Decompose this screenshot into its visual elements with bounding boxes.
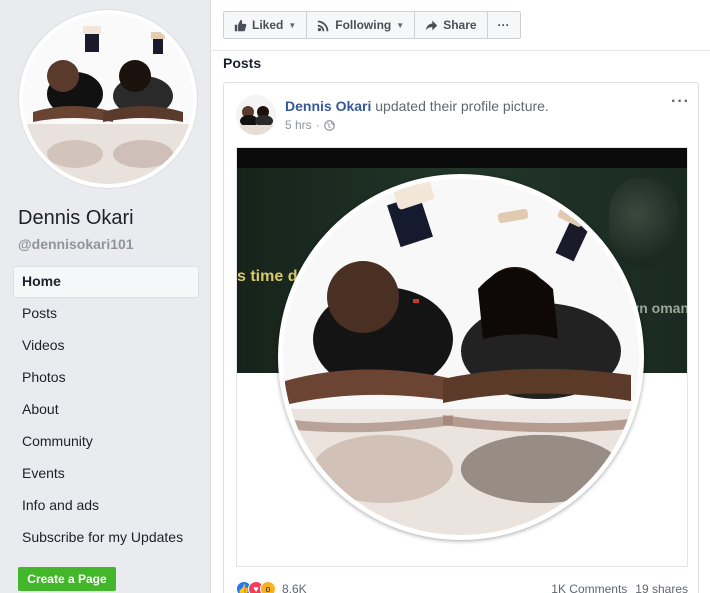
following-label: Following [335, 18, 392, 32]
post-action-text: updated their profile picture. [375, 98, 549, 114]
nav-item-info-and-ads[interactable]: Info and ads [13, 490, 199, 522]
chevron-down-icon: ▼ [288, 20, 297, 30]
divider [211, 50, 710, 51]
more-options-button[interactable]: ··· [488, 12, 520, 38]
chevron-down-icon: ▼ [396, 20, 405, 30]
nav-item-home[interactable]: Home [13, 266, 199, 298]
post-options-button[interactable]: ··· [671, 93, 690, 111]
cover-face-art [609, 178, 679, 268]
nav-item-about[interactable]: About [13, 394, 199, 426]
cover-top-band [237, 148, 687, 168]
meta-separator: · [315, 118, 320, 132]
reaction-count: 8.6K [282, 582, 307, 593]
post-author-avatar[interactable] [236, 95, 276, 135]
couple-photo-art [283, 179, 639, 535]
share-label: Share [443, 18, 477, 32]
post-header: Dennis Okari updated their profile pictu… [285, 98, 549, 114]
comments-count-link[interactable]: 1K Comments [551, 582, 627, 593]
rss-icon [318, 20, 329, 31]
page-handle[interactable]: @dennisokari101 [18, 236, 134, 252]
posts-heading: Posts [223, 55, 262, 71]
share-arrow-icon [426, 20, 438, 30]
nav-item-community[interactable]: Community [13, 426, 199, 458]
nav-item-videos[interactable]: Videos [13, 330, 199, 362]
post-timestamp[interactable]: 5 hrs [285, 118, 312, 132]
globe-icon[interactable] [323, 119, 335, 131]
liked-button[interactable]: Liked ▼ [224, 12, 308, 38]
post-footer: 👍 ♥ o 8.6K 1K Comments 19 shares [236, 579, 688, 593]
profile-photo-art [23, 14, 193, 184]
updated-profile-picture[interactable] [278, 174, 644, 540]
nav-item-subscribe[interactable]: Subscribe for my Updates [13, 522, 199, 554]
avatar-art [236, 95, 276, 135]
post-card: Dennis Okari updated their profile pictu… [223, 82, 699, 593]
profile-picture[interactable] [19, 10, 197, 188]
create-page-button[interactable]: Create a Page [18, 567, 116, 591]
nav-item-photos[interactable]: Photos [13, 362, 199, 394]
post-author-link[interactable]: Dennis Okari [285, 98, 371, 114]
page-sidebar: Dennis Okari @dennisokari101 Home Posts … [0, 0, 210, 593]
page-nav: Home Posts Videos Photos About Community… [13, 266, 199, 554]
nav-item-events[interactable]: Events [13, 458, 199, 490]
post-engagement: 1K Comments 19 shares [551, 582, 688, 593]
post-meta: 5 hrs · [285, 118, 335, 132]
thumbs-up-icon [234, 19, 247, 31]
following-button[interactable]: Following ▼ [307, 12, 416, 38]
post-media[interactable]: s time drink onyn oman [236, 147, 688, 567]
nav-item-posts[interactable]: Posts [13, 298, 199, 330]
reactions-summary[interactable]: 👍 ♥ o 8.6K [236, 581, 307, 593]
liked-label: Liked [252, 18, 284, 32]
shares-count-link[interactable]: 19 shares [635, 582, 688, 593]
profile-photo [23, 14, 193, 184]
page-action-bar: Liked ▼ Following ▼ Share ··· [223, 11, 521, 39]
main-content: Liked ▼ Following ▼ Share ··· Posts Denn… [210, 0, 710, 593]
more-dots-icon: ··· [497, 18, 510, 32]
share-button[interactable]: Share [415, 12, 488, 38]
wow-reaction-icon: o [260, 581, 276, 593]
page-name[interactable]: Dennis Okari [18, 207, 134, 230]
updated-profile-photo [283, 179, 639, 535]
